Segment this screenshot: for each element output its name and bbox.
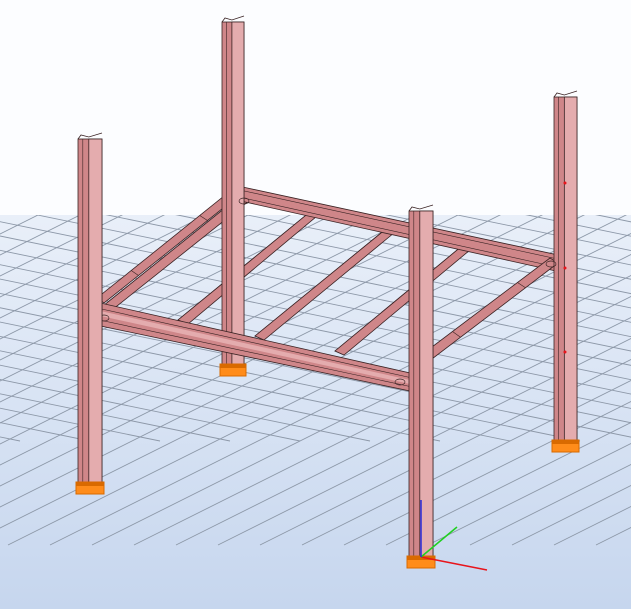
column-back-left-flange-right[interactable]	[231, 21, 245, 365]
column-front-right-flange-right[interactable]	[419, 210, 434, 557]
column-back-left-base-plate-top	[220, 364, 246, 368]
column-front-left[interactable]	[75, 132, 105, 495]
node-marker	[563, 181, 567, 185]
node-marker	[563, 266, 567, 270]
column-back-right[interactable]	[551, 90, 580, 453]
column-back-left[interactable]	[219, 15, 247, 377]
column-front-left-base-plate-top	[76, 482, 104, 486]
column-back-right-base-plate-top	[552, 440, 579, 444]
model-canvas[interactable]	[0, 0, 631, 609]
3d-model-viewport[interactable]	[0, 0, 631, 609]
column-front-left-flange-right[interactable]	[88, 138, 103, 483]
node-marker	[563, 350, 567, 354]
